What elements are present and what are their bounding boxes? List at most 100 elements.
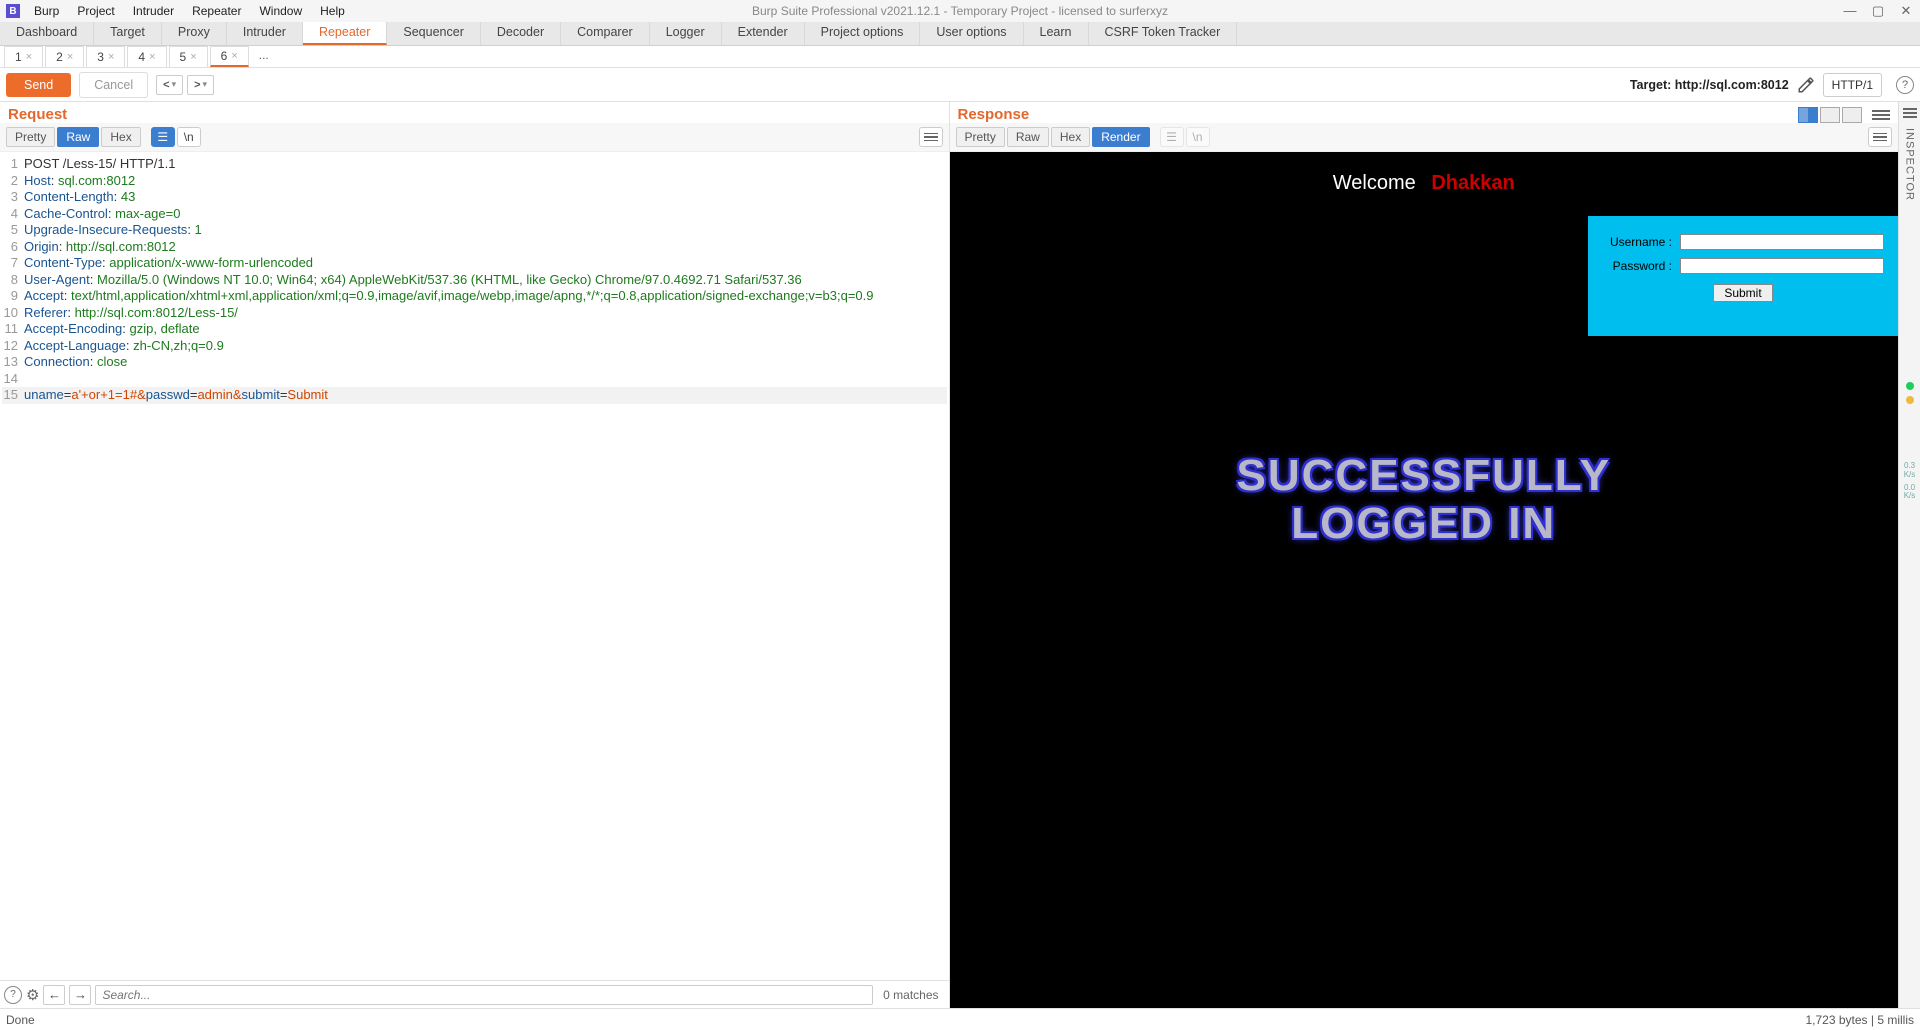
close-tab-icon[interactable]: × (149, 51, 155, 63)
tab-csrf-token-tracker[interactable]: CSRF Token Tracker (1089, 22, 1238, 45)
maximize-icon[interactable]: ▢ (1864, 3, 1892, 19)
request-title: Request (8, 106, 67, 123)
render-success-banner: SUCCESSFULLY LOGGED IN (1237, 452, 1611, 549)
target-label: Target: http://sql.com:8012 (1630, 78, 1789, 92)
tab-target[interactable]: Target (94, 22, 162, 45)
help-icon[interactable]: ? (1896, 76, 1914, 94)
minimize-icon[interactable]: — (1836, 3, 1864, 19)
repeater-tab-2[interactable]: 2 × (45, 46, 84, 67)
inspector-menu-icon[interactable] (1903, 108, 1917, 118)
response-tab-raw[interactable]: Raw (1007, 127, 1049, 147)
response-title: Response (958, 106, 1030, 123)
layout-horizontal-icon[interactable] (1798, 107, 1818, 123)
tab-sequencer[interactable]: Sequencer (387, 22, 480, 45)
menu-repeater[interactable]: Repeater (184, 2, 249, 20)
menu-intruder[interactable]: Intruder (125, 2, 182, 20)
throughput-indicator: 0.3K/s 0.0K/s (1904, 462, 1916, 501)
app-logo-icon: B (6, 4, 20, 18)
render-username-label: Username : (1602, 235, 1672, 249)
layout-vertical-icon[interactable] (1820, 107, 1840, 123)
request-tab-raw[interactable]: Raw (57, 127, 99, 147)
status-left: Done (6, 1013, 35, 1027)
http-version-button[interactable]: HTTP/1 (1823, 73, 1882, 97)
status-right: 1,723 bytes | 5 millis (1806, 1013, 1915, 1027)
workspace: Request Pretty Raw Hex ☰ \n 1POST /Less-… (0, 102, 1920, 1008)
repeater-tab-4[interactable]: 4 × (127, 46, 166, 67)
menu-burp[interactable]: Burp (26, 2, 67, 20)
tab-repeater[interactable]: Repeater (303, 22, 387, 45)
status-bar: Done 1,723 bytes | 5 millis (0, 1008, 1920, 1030)
close-icon[interactable]: ✕ (1892, 3, 1920, 19)
close-tab-icon[interactable]: × (231, 50, 237, 62)
repeater-sub-tabs: 1 ×2 ×3 ×4 ×5 ×6 ×... (0, 46, 1920, 68)
titlebar: B Burp Project Intruder Repeater Window … (0, 0, 1920, 22)
tab-comparer[interactable]: Comparer (561, 22, 650, 45)
repeater-tab-6[interactable]: 6 × (210, 46, 249, 67)
status-dot-green-icon (1906, 382, 1914, 390)
tab-decoder[interactable]: Decoder (481, 22, 561, 45)
status-dot-yellow-icon (1906, 396, 1914, 404)
menu-help[interactable]: Help (312, 2, 353, 20)
request-tab-hex[interactable]: Hex (101, 127, 140, 147)
close-tab-icon[interactable]: × (108, 51, 114, 63)
menu-window[interactable]: Window (251, 2, 310, 20)
request-actions-icon[interactable]: ☰ (151, 127, 175, 147)
edit-target-icon[interactable] (1797, 76, 1815, 94)
history-back-button[interactable]: <▾ (156, 75, 183, 95)
search-next-icon[interactable]: → (69, 985, 91, 1005)
close-tab-icon[interactable]: × (26, 51, 32, 63)
repeater-tab-5[interactable]: 5 × (169, 46, 208, 67)
more-tabs-button[interactable]: ... (251, 46, 277, 67)
response-tab-render[interactable]: Render (1092, 127, 1149, 147)
response-panel: Response Pretty Raw Hex Render ☰ \n Welc… (950, 102, 1899, 1008)
response-tab-hex[interactable]: Hex (1051, 127, 1090, 147)
render-password-label: Password : (1602, 259, 1672, 273)
tab-logger[interactable]: Logger (650, 22, 722, 45)
response-newline-icon: \n (1186, 127, 1210, 147)
main-tab-bar: DashboardTargetProxyIntruderRepeaterSequ… (0, 22, 1920, 46)
search-settings-icon[interactable]: ⚙ (26, 986, 39, 1004)
tab-intruder[interactable]: Intruder (227, 22, 303, 45)
window-title: Burp Suite Professional v2021.12.1 - Tem… (752, 4, 1168, 18)
response-menu-icon[interactable] (1868, 127, 1892, 147)
tab-extender[interactable]: Extender (722, 22, 805, 45)
inspector-sidebar[interactable]: INSPECTOR 0.3K/s 0.0K/s (1898, 102, 1920, 1008)
menu-project[interactable]: Project (69, 2, 122, 20)
cancel-button[interactable]: Cancel (79, 72, 148, 98)
tab-user-options[interactable]: User options (920, 22, 1023, 45)
request-view-tabs: Pretty Raw Hex ☰ \n (0, 123, 949, 152)
window-controls: — ▢ ✕ (1836, 3, 1920, 19)
request-menu-icon[interactable] (919, 127, 943, 147)
layout-combined-icon[interactable] (1842, 107, 1862, 123)
render-password-input[interactable] (1680, 258, 1884, 274)
response-render[interactable]: Welcome Dhakkan Username : Password : Su… (950, 152, 1899, 1008)
tab-dashboard[interactable]: Dashboard (0, 22, 94, 45)
request-panel: Request Pretty Raw Hex ☰ \n 1POST /Less-… (0, 102, 950, 1008)
history-forward-button[interactable]: >▾ (187, 75, 214, 95)
panel-menu-icon[interactable] (1872, 110, 1890, 120)
render-welcome: Welcome Dhakkan (950, 172, 1899, 195)
repeater-tab-1[interactable]: 1 × (4, 46, 43, 67)
response-view-tabs: Pretty Raw Hex Render ☰ \n (950, 123, 1899, 152)
response-tab-pretty[interactable]: Pretty (956, 127, 1005, 147)
layout-toggle (1798, 107, 1862, 123)
search-help-icon[interactable]: ? (4, 986, 22, 1004)
request-editor[interactable]: 1POST /Less-15/ HTTP/1.12Host: sql.com:8… (0, 152, 949, 980)
render-username-input[interactable] (1680, 234, 1884, 250)
tab-learn[interactable]: Learn (1024, 22, 1089, 45)
search-input[interactable] (95, 985, 873, 1005)
response-actions-icon: ☰ (1160, 127, 1184, 147)
request-tab-pretty[interactable]: Pretty (6, 127, 55, 147)
close-tab-icon[interactable]: × (67, 51, 73, 63)
render-login-form: Username : Password : Submit (1588, 216, 1898, 336)
request-search-bar: ? ⚙ ← → 0 matches (0, 980, 949, 1008)
send-button[interactable]: Send (6, 73, 71, 97)
close-tab-icon[interactable]: × (190, 51, 196, 63)
render-submit-button[interactable]: Submit (1713, 284, 1772, 302)
tab-project-options[interactable]: Project options (805, 22, 921, 45)
repeater-tab-3[interactable]: 3 × (86, 46, 125, 67)
tab-proxy[interactable]: Proxy (162, 22, 227, 45)
search-prev-icon[interactable]: ← (43, 985, 65, 1005)
request-newline-icon[interactable]: \n (177, 127, 201, 147)
inspector-label: INSPECTOR (1904, 128, 1916, 201)
